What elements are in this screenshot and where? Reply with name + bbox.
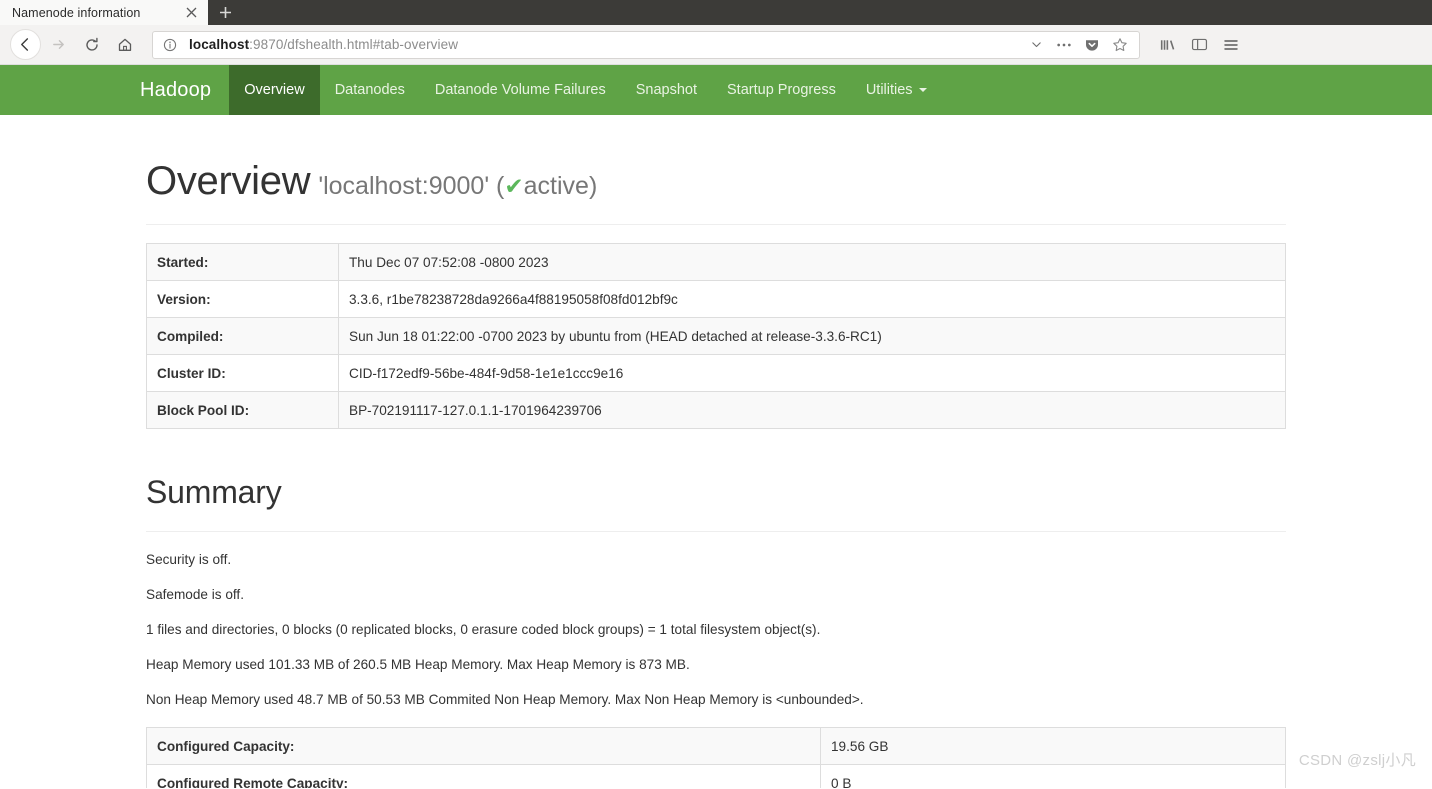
summary-line-safemode: Safemode is off.	[146, 587, 244, 603]
browser-chrome-actions	[1152, 31, 1246, 59]
table-row: Configured Remote Capacity: 0 B	[146, 764, 1286, 788]
table-row: Started: Thu Dec 07 07:52:08 -0800 2023	[146, 243, 1286, 281]
row-value: 3.3.6, r1be78238728da9266a4f88195058f08f…	[338, 280, 1286, 318]
page-title-text: Overview	[146, 159, 311, 203]
hadoop-brand[interactable]: Hadoop	[120, 65, 229, 115]
browser-tab-namenode-information[interactable]: Namenode information	[0, 0, 208, 25]
url-text[interactable]: localhost:9870/dfshealth.html#tab-overvi…	[183, 37, 1023, 52]
nav-item-startup-progress[interactable]: Startup Progress	[712, 65, 851, 115]
summary-lines: Security is off. Safemode is off. 1 file…	[146, 550, 1286, 709]
pocket-icon[interactable]	[1079, 33, 1105, 57]
status-badge: active	[523, 172, 589, 200]
status-close-paren: )	[588, 172, 598, 200]
library-icon[interactable]	[1152, 31, 1182, 59]
nav-item-label: Datanodes	[334, 82, 405, 98]
row-value: CID-f172edf9-56be-484f-9d58-1e1e1ccc9e16	[338, 354, 1286, 392]
tab-strip: Namenode information	[0, 0, 1432, 25]
info-circle-icon[interactable]	[163, 38, 183, 52]
row-key: Started:	[146, 243, 339, 281]
row-key: Configured Remote Capacity:	[146, 764, 821, 788]
summary-line-security: Security is off.	[146, 552, 232, 568]
row-key: Block Pool ID:	[146, 391, 339, 429]
page-title: Overview'localhost:9000' (✔active)	[146, 159, 1286, 203]
address-bar[interactable]: localhost:9870/dfshealth.html#tab-overvi…	[152, 30, 1140, 59]
sidebar-icon[interactable]	[1184, 31, 1214, 59]
chevron-down-icon	[918, 88, 927, 92]
row-key: Version:	[146, 280, 339, 318]
row-value: Thu Dec 07 07:52:08 -0800 2023	[338, 243, 1286, 281]
row-value: 19.56 GB	[820, 727, 1286, 766]
summary-heading: Summary	[146, 474, 282, 510]
reload-icon[interactable]	[76, 29, 107, 60]
home-icon[interactable]	[109, 29, 140, 60]
summary-divider	[146, 531, 1286, 533]
row-key: Cluster ID:	[146, 354, 339, 392]
table-row: Version: 3.3.6, r1be78238728da9266a4f881…	[146, 280, 1286, 318]
browser-toolbar: localhost:9870/dfshealth.html#tab-overvi…	[0, 25, 1432, 65]
namenode-address: 'localhost:9000'	[318, 172, 490, 200]
page-content: Hadoop Overview Datanodes Datanode Volum…	[0, 65, 1432, 788]
bookmark-star-icon[interactable]	[1107, 33, 1133, 57]
hadoop-navbar: Hadoop Overview Datanodes Datanode Volum…	[0, 65, 1432, 115]
watermark: CSDN @zslj小凡	[1298, 752, 1416, 769]
back-arrow-icon[interactable]	[10, 29, 41, 60]
nav-item-label: Startup Progress	[727, 82, 836, 98]
row-key: Compiled:	[146, 317, 339, 355]
close-icon[interactable]	[182, 4, 200, 22]
check-mark-icon: ✔	[504, 173, 524, 199]
row-value: Sun Jun 18 01:22:00 -0700 2023 by ubuntu…	[338, 317, 1286, 355]
chevron-down-icon[interactable]	[1023, 33, 1049, 57]
nav-item-utilities[interactable]: Utilities	[851, 65, 942, 115]
hamburger-menu-icon[interactable]	[1216, 31, 1246, 59]
nav-item-label: Datanode Volume Failures	[434, 82, 606, 98]
table-row: Cluster ID: CID-f172edf9-56be-484f-9d58-…	[146, 354, 1286, 392]
nav-item-label: Utilities	[865, 82, 913, 98]
url-path: :9870/dfshealth.html#tab-overview	[249, 37, 459, 52]
tab-title: Namenode information	[12, 5, 141, 20]
summary-line-heap-memory: Heap Memory used 101.33 MB of 260.5 MB H…	[146, 657, 690, 673]
forward-arrow-icon	[43, 29, 74, 60]
namenode-info-table: Started: Thu Dec 07 07:52:08 -0800 2023 …	[146, 243, 1286, 429]
nav-item-label: Snapshot	[635, 82, 698, 98]
capacity-table: Configured Capacity: 19.56 GB Configured…	[146, 727, 1286, 788]
nav-item-snapshot[interactable]: Snapshot	[621, 65, 712, 115]
url-action-icons	[1023, 33, 1133, 57]
row-value: BP-702191117-127.0.1.1-1701964239706	[338, 391, 1286, 429]
table-row: Block Pool ID: BP-702191117-127.0.1.1-17…	[146, 391, 1286, 429]
title-divider	[146, 224, 1286, 225]
content-container: Overview'localhost:9000' (✔active) Start…	[146, 115, 1286, 788]
table-row: Configured Capacity: 19.56 GB	[146, 727, 1286, 766]
summary-line-non-heap-memory: Non Heap Memory used 48.7 MB of 50.53 MB…	[146, 692, 864, 708]
url-host: localhost	[189, 37, 250, 52]
page-title-subtext: 'localhost:9000' (✔active)	[318, 172, 597, 200]
nav-item-overview[interactable]: Overview	[229, 65, 320, 115]
nav-item-datanodes[interactable]: Datanodes	[320, 65, 420, 115]
browser-window: Namenode information localhost:9870/dfsh…	[0, 0, 1432, 789]
row-value: 0 B	[820, 764, 1286, 788]
table-row: Compiled: Sun Jun 18 01:22:00 -0700 2023…	[146, 317, 1286, 355]
summary-line-filesystem-objects: 1 files and directories, 0 blocks (0 rep…	[146, 622, 821, 638]
nav-item-label: Overview	[244, 82, 305, 98]
nav-item-datanode-volume-failures[interactable]: Datanode Volume Failures	[420, 65, 621, 115]
row-key: Configured Capacity:	[146, 727, 821, 766]
new-tab-button[interactable]	[208, 0, 242, 25]
page-actions-ellipsis-icon[interactable]	[1051, 33, 1077, 57]
